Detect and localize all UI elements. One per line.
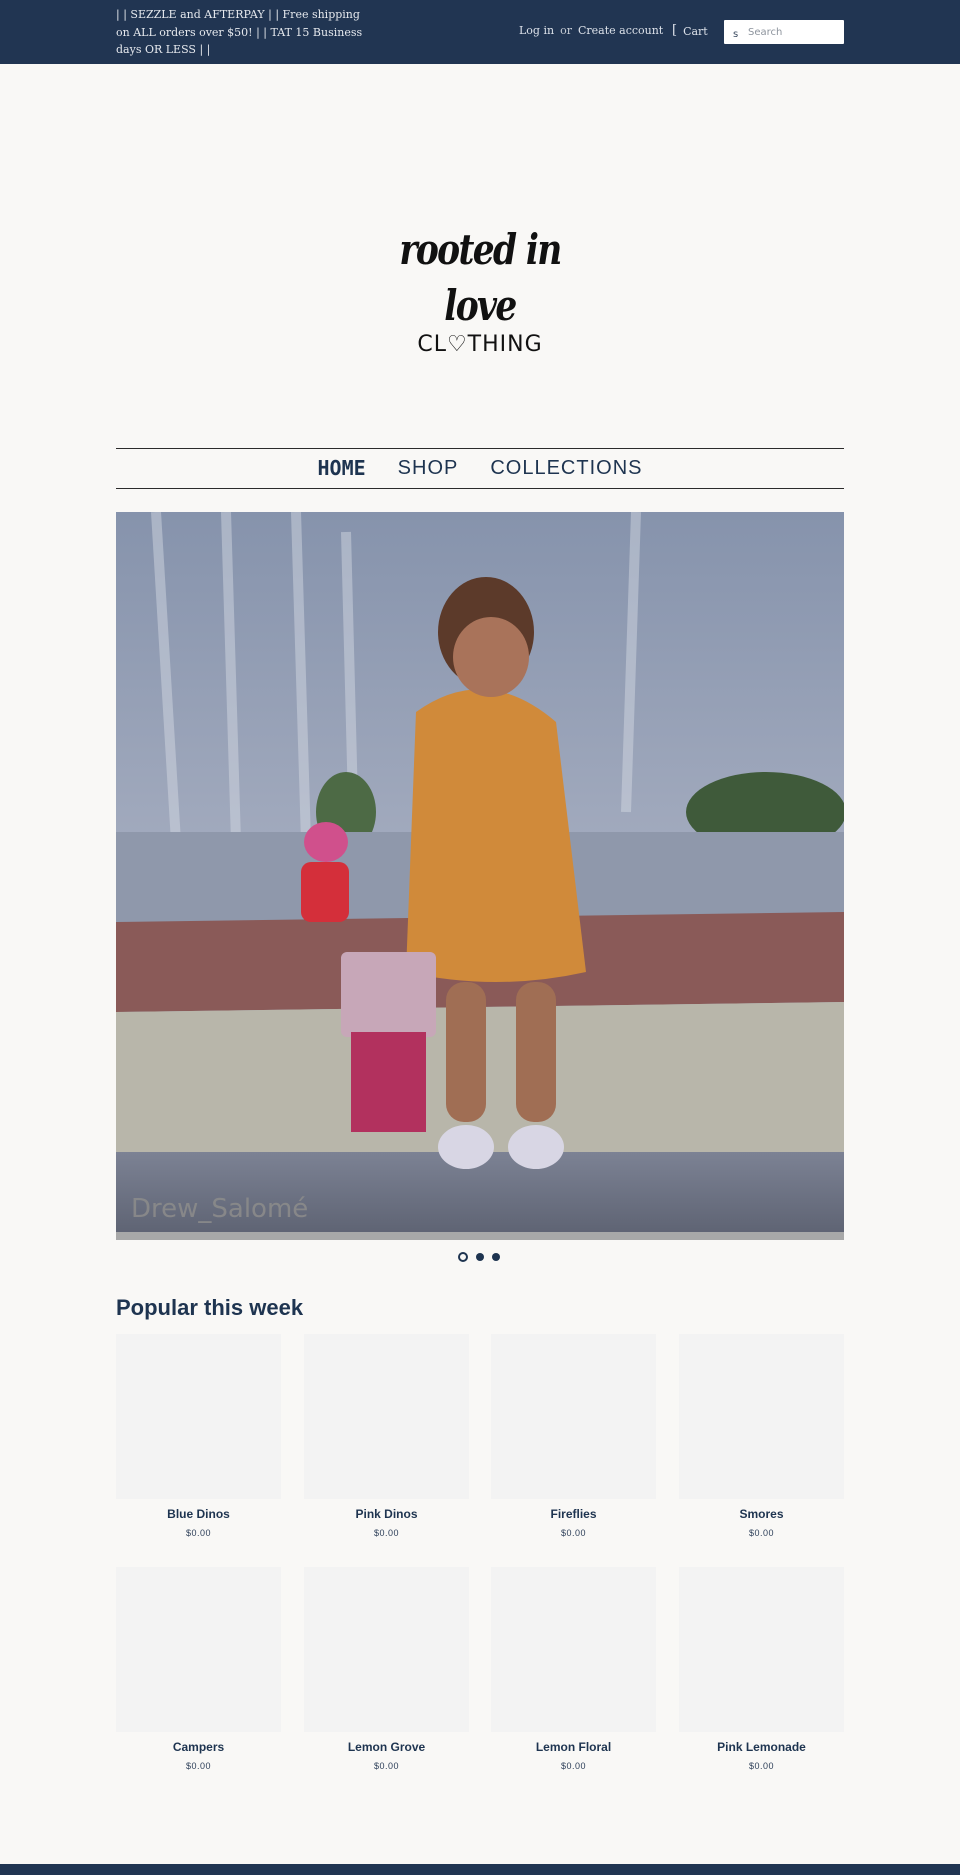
nav-divider-bottom — [116, 488, 844, 489]
store-logo[interactable]: rooted in love CL♡THING — [380, 222, 580, 357]
product-image[interactable] — [304, 1334, 469, 1499]
product-name[interactable]: Lemon Floral — [491, 1740, 656, 1754]
nav-item-collections[interactable]: COLLECTIONS — [490, 457, 642, 480]
product-price: $0.00 — [748, 1761, 775, 1771]
top-bar: | | SEZZLE and AFTERPAY | | Free shippin… — [0, 0, 960, 64]
product-card[interactable]: Lemon Grove $0.00 — [304, 1567, 469, 1771]
product-card[interactable]: Blue Dinos $0.00 — [116, 1334, 281, 1538]
slide-pager — [458, 1252, 500, 1262]
hero-photo: Drew_Salomé — [116, 512, 844, 1232]
product-price: $0.00 — [185, 1761, 212, 1771]
product-name[interactable]: Pink Dinos — [304, 1507, 469, 1521]
slide-dot-2[interactable] — [476, 1253, 484, 1261]
product-name[interactable]: Smores — [679, 1507, 844, 1521]
main-nav: HOME SHOP COLLECTIONS — [116, 450, 844, 486]
product-name[interactable]: Campers — [116, 1740, 281, 1754]
logo-subtitle: CL♡THING — [417, 332, 543, 357]
cart-link[interactable]: [ Cart — [672, 23, 708, 39]
product-price: $0.00 — [185, 1528, 212, 1538]
product-card[interactable]: Smores $0.00 — [679, 1334, 844, 1538]
search-icon[interactable]: s — [733, 29, 738, 40]
product-image[interactable] — [679, 1334, 844, 1499]
product-image[interactable] — [116, 1567, 281, 1732]
search-box[interactable]: s — [724, 20, 844, 44]
nav-item-home[interactable]: HOME — [317, 456, 365, 480]
product-image[interactable] — [491, 1334, 656, 1499]
login-link[interactable]: Log in — [519, 24, 554, 37]
footer-bar — [0, 1864, 960, 1875]
product-image[interactable] — [304, 1567, 469, 1732]
product-price: $0.00 — [373, 1528, 400, 1538]
cart-label: Cart — [683, 25, 708, 38]
product-card[interactable]: Pink Dinos $0.00 — [304, 1334, 469, 1538]
product-name[interactable]: Pink Lemonade — [679, 1740, 844, 1754]
product-image[interactable] — [116, 1334, 281, 1499]
product-card[interactable]: Fireflies $0.00 — [491, 1334, 656, 1538]
product-name[interactable]: Lemon Grove — [304, 1740, 469, 1754]
promo-banner: | | SEZZLE and AFTERPAY | | Free shippin… — [116, 8, 363, 56]
account-links: Log in or Create account — [519, 24, 663, 37]
slide-dot-1[interactable] — [458, 1252, 468, 1262]
slide-dot-3[interactable] — [492, 1253, 500, 1261]
product-price: $0.00 — [560, 1528, 587, 1538]
product-image[interactable] — [491, 1567, 656, 1732]
cart-icon: [ — [672, 23, 678, 38]
product-price: $0.00 — [748, 1528, 775, 1538]
nav-item-shop[interactable]: SHOP — [398, 457, 459, 480]
slide-bottom-strip — [116, 1232, 844, 1240]
search-input[interactable] — [748, 20, 840, 44]
product-image[interactable] — [679, 1567, 844, 1732]
popular-heading: Popular this week — [116, 1295, 304, 1320]
product-name[interactable]: Fireflies — [491, 1507, 656, 1521]
product-card[interactable]: Lemon Floral $0.00 — [491, 1567, 656, 1771]
product-name[interactable]: Blue Dinos — [116, 1507, 281, 1521]
hero-slide[interactable]: Drew_Salomé — [116, 512, 844, 1232]
create-account-link[interactable]: Create account — [578, 24, 663, 37]
product-price: $0.00 — [373, 1761, 400, 1771]
product-card[interactable]: Campers $0.00 — [116, 1567, 281, 1771]
logo-wordmark: rooted in love — [399, 225, 562, 330]
product-card[interactable]: Pink Lemonade $0.00 — [679, 1567, 844, 1771]
or-separator: or — [560, 24, 572, 37]
product-price: $0.00 — [560, 1761, 587, 1771]
nav-divider-top — [116, 448, 844, 449]
photo-watermark: Drew_Salomé — [131, 1194, 308, 1224]
